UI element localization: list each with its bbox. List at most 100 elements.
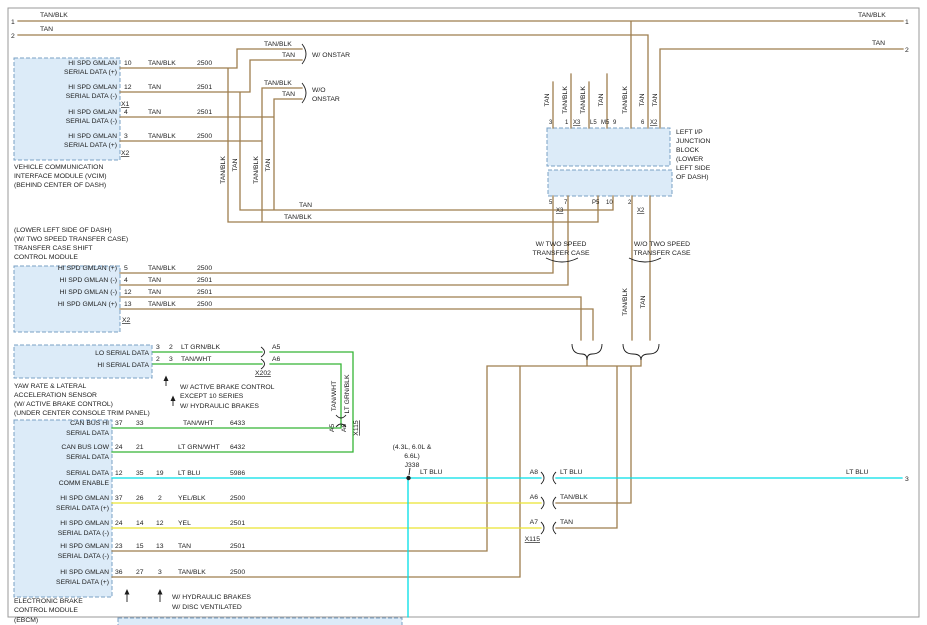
two_speed-label: W/O TWO SPEED — [634, 241, 690, 248]
x115_inline-label: TAN/BLK — [560, 494, 588, 501]
two_speed-label: W/ TWO SPEED — [536, 241, 587, 248]
ebcm-label: CAN BUS LOW — [61, 444, 109, 451]
yaw_sensor-label: 2 — [169, 344, 173, 351]
ebcm-label: TAN — [178, 543, 191, 550]
junction_block-label: TAN/BLK — [562, 86, 569, 114]
yaw_sensor-label: YAW RATE & LATERAL — [14, 383, 86, 390]
vcim-label: HI SPD GMLAN — [68, 109, 117, 116]
vcim-label: 10 — [124, 60, 132, 67]
yellow-wires — [112, 503, 541, 528]
transfer_case-label: (LOWER LEFT SIDE OF DASH) — [14, 227, 112, 234]
x115_inline-label: TAN — [560, 519, 573, 526]
vcim-label: TAN — [148, 109, 161, 116]
vcim-label: TAN/BLK — [148, 60, 176, 67]
edge_markers-label: TAN/BLK — [858, 12, 886, 19]
ebcm-label: YEL/BLK — [178, 495, 206, 502]
j338-splice-dot — [406, 476, 410, 480]
ebcm-label: LT BLU — [178, 470, 201, 477]
transfer_case-label: 12 — [124, 289, 132, 296]
ebcm-label: 6433 — [230, 420, 245, 427]
ebcm-label: 3 — [158, 569, 162, 576]
x115_inline-label: X115 — [525, 536, 541, 543]
transfer_case-label: HI SPD GMLAN (-) — [60, 289, 117, 296]
green_link-label: A5 — [329, 424, 336, 433]
vcim_verticals-label: TAN/BLK — [220, 156, 227, 184]
junction_block-label: 9 — [613, 120, 617, 126]
edge_markers-label: 3 — [905, 476, 909, 483]
junction_block-label: TAN/BLK — [622, 288, 629, 316]
junction_block-label: TAN — [652, 93, 659, 106]
yaw_sensor-label: 3 — [169, 356, 173, 363]
ebcm-label: CAN BUS HI — [70, 420, 109, 427]
vcim_verticals-label: TAN — [265, 158, 272, 171]
junction_block-label: X3 — [556, 208, 564, 214]
ebcm-label: 6432 — [230, 444, 245, 451]
edge_markers-label: 2 — [11, 33, 15, 40]
j338-label: (4.3L, 6.0L & — [393, 444, 432, 451]
junction_block-label: X3 — [573, 120, 581, 126]
edge_markers-label: LT BLU — [846, 469, 869, 476]
edge_markers-label: TAN — [872, 40, 885, 47]
yaw_sensor-label: W/ HYDRAULIC BRAKES — [180, 403, 259, 410]
ebcm-label: HI SPD GMLAN — [60, 495, 109, 502]
vcim-label: TAN/BLK — [148, 133, 176, 140]
junction_block-label: BLOCK — [676, 147, 700, 154]
transfer_case-label: 2500 — [197, 265, 212, 272]
edge_markers-label: 1 — [905, 19, 909, 26]
ebcm-label: ELECTRONIC BRAKE — [14, 598, 83, 605]
junction_block-label: TAN — [639, 93, 646, 106]
vcim-label: SERIAL DATA (+) — [64, 69, 117, 76]
vcim-label: 2500 — [197, 60, 212, 67]
vcim-label: 12 — [124, 84, 132, 91]
ebcm-label: 33 — [136, 420, 144, 427]
pointer-arrow-stems — [127, 379, 410, 602]
ebcm-label: 37 — [115, 495, 123, 502]
onstar_branch-label: TAN/BLK — [264, 41, 292, 48]
vcim_verticals-label: TAN — [299, 202, 312, 209]
x115_inline-label: A6 — [530, 494, 539, 501]
ebcm-label: 14 — [136, 520, 144, 527]
yaw_sensor-label: 3 — [156, 344, 160, 351]
transfer_case-label: HI SPD GMLAN (+) — [58, 301, 117, 308]
transfer_case-label: 2501 — [197, 277, 212, 284]
transfer_case-label: TAN/BLK — [148, 301, 176, 308]
vcim_verticals-label: TAN/BLK — [253, 156, 260, 184]
yaw_sensor-label: LT GRN/BLK — [181, 344, 220, 351]
transfer-case-module-box — [14, 266, 120, 332]
ebcm-label: SERIAL DATA (+) — [56, 579, 109, 586]
junction-block-lower-box — [548, 170, 672, 196]
junction_block-label: TAN/BLK — [622, 86, 629, 114]
green_link-label: X115 — [353, 420, 360, 436]
transfer_case-label: X2 — [122, 317, 131, 324]
vcim-label: 2500 — [197, 133, 212, 140]
vcim-label: 3 — [124, 133, 128, 140]
junction-block-upper-box — [547, 128, 670, 166]
ebcm-label: TAN/BLK — [178, 569, 206, 576]
vcim_verticals-label: TAN/BLK — [284, 214, 312, 221]
edge_markers-label: TAN — [40, 26, 53, 33]
vcim-label: SERIAL DATA (-) — [66, 93, 117, 100]
vcim-label: HI SPD GMLAN — [68, 60, 117, 67]
ebcm-label: 26 — [136, 495, 144, 502]
onstar_branch-label: TAN/BLK — [264, 80, 292, 87]
yaw_sensor-label: 2 — [156, 356, 160, 363]
pointer-arrow-heads — [125, 376, 176, 595]
junction_block-label: 6 — [641, 120, 645, 126]
junction_block-label: JUNCTION — [676, 138, 710, 145]
junction_block-label: LEFT I/P — [676, 129, 703, 136]
clipped-bottom-box — [118, 618, 402, 625]
yaw_sensor-label: ACCELERATION SENSOR — [14, 392, 97, 399]
vcim-label: (BEHIND CENTER OF DASH) — [14, 182, 106, 189]
ebcm-label: 35 — [136, 470, 144, 477]
two_speed-label: TRANSFER CASE — [532, 250, 589, 257]
onstar_branch-label: W/ ONSTAR — [312, 52, 350, 59]
junction_block-label: LEFT SIDE — [676, 165, 711, 172]
ebcm-label: 15 — [136, 543, 144, 550]
transfer_case-label: TAN/BLK — [148, 265, 176, 272]
diagram-frame — [8, 8, 919, 617]
transfer_case-label: 5 — [124, 265, 128, 272]
x115_inline-label: A7 — [530, 519, 539, 526]
onstar_branch-label: TAN — [282, 52, 295, 59]
onstar_branch-label: TAN — [282, 91, 295, 98]
j338-label: J338 — [405, 462, 420, 469]
